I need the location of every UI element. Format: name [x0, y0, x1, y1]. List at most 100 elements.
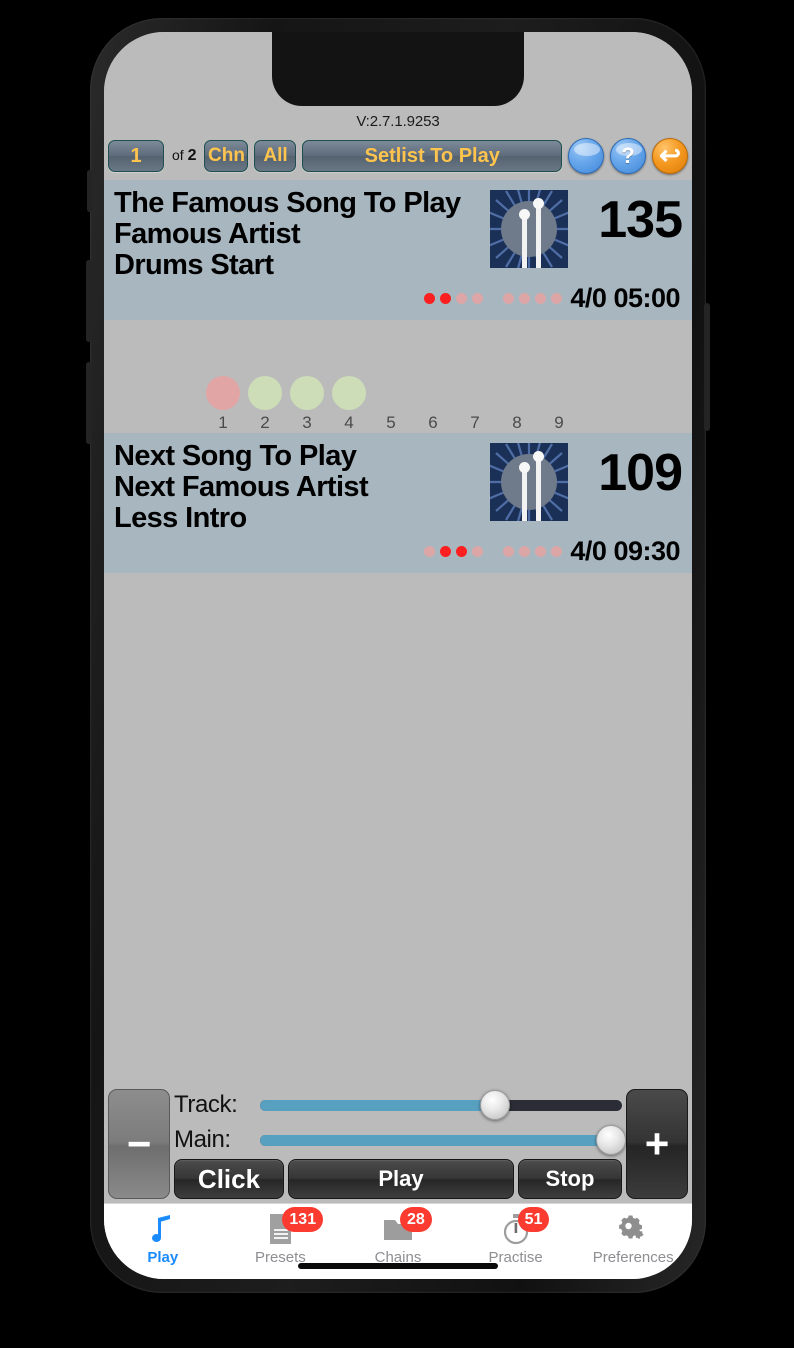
tab-play[interactable]: Play [104, 1211, 222, 1266]
badge-count: 28 [399, 1207, 432, 1232]
drumstick-left-tip [519, 209, 530, 220]
song-text-block: The Famous Song To Play Famous Artist Dr… [114, 187, 486, 281]
main-slider-fill [260, 1134, 612, 1146]
section-circle [374, 376, 408, 410]
empty-space [104, 573, 692, 1083]
home-indicator[interactable] [298, 1263, 498, 1269]
beat-dot [519, 546, 531, 558]
tab-label: Preferences [592, 1249, 674, 1266]
beat-dot [535, 293, 547, 305]
track-slider-fill [260, 1099, 496, 1111]
song-bpm: 109 [598, 444, 683, 503]
section-marker[interactable]: 8 [496, 376, 538, 433]
page-number-input[interactable]: 1 [108, 140, 164, 172]
power-button[interactable] [704, 303, 710, 431]
silent-switch[interactable] [87, 170, 92, 212]
blank-blue-button[interactable] [568, 138, 604, 174]
main-slider-thumb[interactable] [596, 1125, 627, 1155]
undo-button[interactable]: ↩ [652, 138, 688, 174]
beat-dots-next [424, 546, 563, 558]
drumstick-right-tip [533, 198, 544, 209]
song-bars-time: 4/0 05:00 [570, 283, 680, 314]
chain-button[interactable]: Chn [204, 140, 249, 172]
section-circle [458, 376, 492, 410]
phone-screen: V:2.7.1.9253 1 of 2 Chn All Setlist To P… [104, 32, 692, 1279]
undo-arrow-icon: ↩ [659, 140, 681, 170]
section-number: 6 [428, 413, 438, 433]
increment-button[interactable]: + [626, 1089, 688, 1199]
section-number: 8 [512, 413, 522, 433]
beat-dots-current [424, 293, 563, 305]
beat-dot [535, 546, 547, 558]
track-slider-thumb[interactable] [480, 1090, 511, 1120]
beat-dot [440, 293, 452, 305]
drumstick-right-tip [533, 451, 544, 463]
app-root: V:2.7.1.9253 1 of 2 Chn All Setlist To P… [104, 32, 692, 1279]
beat-dot [472, 546, 484, 558]
section-marker[interactable]: 4 [328, 376, 370, 433]
track-slider[interactable] [260, 1090, 622, 1120]
all-button[interactable]: All [254, 140, 297, 172]
tab-label: Play [147, 1249, 179, 1266]
section-marker[interactable]: 7 [454, 376, 496, 433]
song-card-next[interactable]: Next Song To Play Next Famous Artist Les… [104, 433, 692, 574]
tab-chains[interactable]: 28 Chains [339, 1207, 457, 1266]
section-marker[interactable]: 5 [370, 376, 412, 433]
beat-dot [440, 546, 452, 558]
section-circle [248, 376, 282, 411]
badge-count: 51 [517, 1207, 550, 1232]
tab-preferences[interactable]: Preferences [574, 1211, 692, 1266]
volume-up-button[interactable] [86, 260, 92, 342]
drumstick-left [522, 465, 527, 522]
section-marker[interactable]: 9 [538, 376, 580, 433]
stop-button[interactable]: Stop [518, 1159, 622, 1199]
drumstick-left [522, 212, 527, 268]
drum-head-shape [501, 201, 557, 257]
beat-dot [424, 546, 436, 558]
beat-dot [456, 546, 468, 558]
beat-dot [551, 546, 563, 558]
song-note: Less Intro [114, 502, 247, 535]
total-pages: 2 [187, 147, 197, 164]
main-slider[interactable] [260, 1125, 627, 1155]
question-mark-icon: ? [621, 143, 635, 168]
section-circle [416, 376, 450, 410]
drum-head-shape [501, 454, 557, 511]
setlist-title-button[interactable]: Setlist To Play [302, 140, 562, 172]
main-slider-label: Main: [174, 1126, 231, 1153]
gears-icon [618, 1211, 648, 1247]
play-button[interactable]: Play [288, 1159, 514, 1199]
beat-dot [503, 293, 515, 305]
help-button[interactable]: ? [610, 138, 646, 174]
section-marker[interactable]: 1 [202, 376, 244, 433]
transport-middle-column: Track: Main: Click Play Stop [174, 1089, 627, 1199]
section-circle [500, 376, 534, 410]
stopwatch-icon: 51 [502, 1207, 550, 1247]
song-card-current[interactable]: The Famous Song To Play Famous Artist Dr… [104, 180, 692, 321]
section-marker[interactable]: 6 [412, 376, 454, 433]
tab-practise[interactable]: 51 Practise [457, 1207, 575, 1266]
of-text: of [172, 147, 184, 163]
transport-panel: − Track: Main: Click Play Stop + [104, 1083, 692, 1203]
folder-icon: 28 [383, 1207, 432, 1247]
song-text-block: Next Song To Play Next Famous Artist Les… [114, 441, 486, 534]
section-marker[interactable]: 2 [244, 376, 286, 433]
tab-presets[interactable]: 131 Presets [222, 1207, 340, 1266]
decrement-button[interactable]: − [108, 1089, 170, 1199]
section-number: 4 [344, 413, 354, 433]
track-slider-row: Track: [174, 1089, 622, 1121]
song-bpm: 135 [598, 191, 683, 249]
song-card-bottom: 4/0 05:00 [114, 283, 682, 314]
section-number: 9 [554, 413, 564, 433]
beat-dot [472, 293, 484, 305]
top-toolbar: 1 of 2 Chn All Setlist To Play ? ↩ [104, 132, 692, 180]
main-slider-row: Main: [174, 1124, 627, 1156]
section-marker[interactable]: 3 [286, 376, 328, 433]
volume-down-button[interactable] [86, 362, 92, 444]
track-slider-label: Track: [174, 1091, 238, 1118]
notch [272, 32, 524, 106]
version-label: V:2.7.1.9253 [356, 112, 440, 130]
drumstick-right [536, 201, 541, 268]
click-button[interactable]: Click [174, 1159, 284, 1199]
section-number: 1 [218, 413, 228, 433]
